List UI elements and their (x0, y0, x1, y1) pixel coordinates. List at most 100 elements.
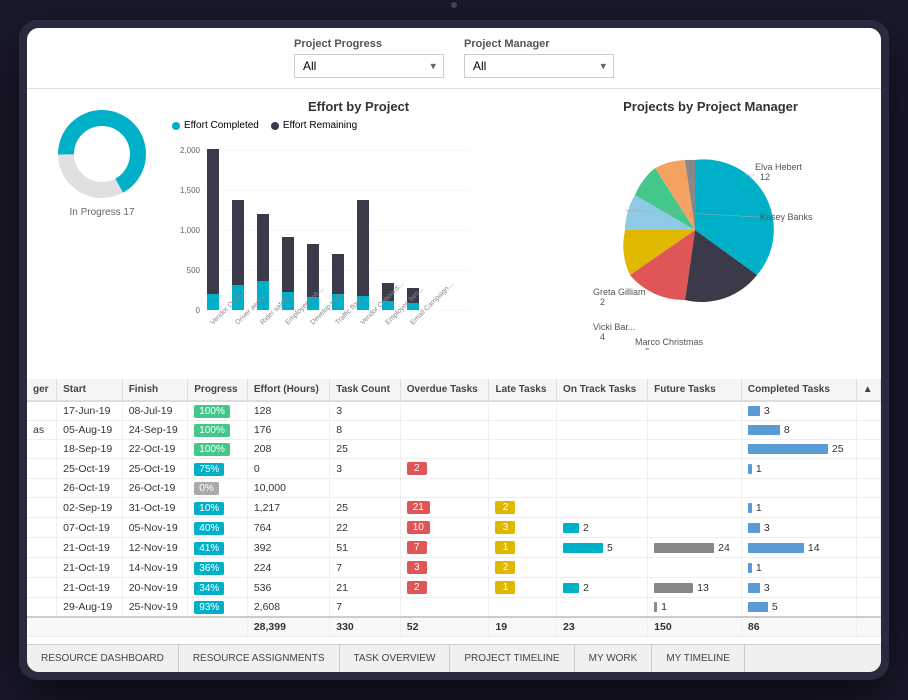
cell-completed: 1 (741, 498, 856, 518)
cell-completed: 8 (741, 421, 856, 440)
cell-ontrack: 5 (557, 538, 648, 558)
cell-future (648, 479, 742, 498)
cell-ontrack (557, 421, 648, 440)
cell-ontrack (557, 479, 648, 498)
tab-my-timeline[interactable]: MY TIMELINE (652, 645, 745, 672)
project-manager-label: Project Manager (464, 38, 614, 50)
cell-manager (27, 401, 57, 421)
tab-resource-dashboard[interactable]: RESOURCE DASHBOARD (27, 645, 179, 672)
cell-tasks: 7 (330, 558, 401, 578)
cell-manager (27, 459, 57, 479)
tab-resource-assignments[interactable]: RESOURCE ASSIGNMENTS (179, 645, 340, 672)
cell-late: 2 (489, 558, 557, 578)
cell-ontrack (557, 401, 648, 421)
cell-effort: 224 (247, 558, 329, 578)
cell-progress: 36% (188, 558, 248, 578)
cell-finish: 25-Oct-19 (122, 459, 188, 479)
table-row: 29-Aug-19 25-Nov-19 93% 2,608 7 1 5 (27, 598, 881, 618)
col-task-count: Task Count (330, 379, 401, 401)
data-table: ger Start Finish Progress Effort (Hours)… (27, 379, 881, 637)
cell-finish: 05-Nov-19 (122, 518, 188, 538)
cell-manager (27, 598, 57, 618)
cell-overdue: 2 (400, 578, 489, 598)
cell-tasks (330, 479, 401, 498)
cell-manager (27, 518, 57, 538)
project-progress-select-wrap[interactable]: All (294, 54, 444, 78)
cell-completed (741, 479, 856, 498)
cell-late: 1 (489, 538, 557, 558)
laptop-frame: Project Progress All Project Manager All (19, 20, 889, 680)
pie-chart-area: Projects by Project Manager (555, 99, 866, 369)
project-progress-select[interactable]: All (294, 54, 444, 78)
table-area[interactable]: ger Start Finish Progress Effort (Hours)… (27, 379, 881, 649)
pie-chart-title: Projects by Project Manager (555, 99, 866, 114)
svg-text:5: 5 (645, 347, 650, 350)
cell-future: 24 (648, 538, 742, 558)
legend-remaining-label: Effort Remaining (283, 120, 357, 131)
cell-late (489, 421, 557, 440)
cell-effort: 0 (247, 459, 329, 479)
table-row: 21-Oct-19 14-Nov-19 36% 224 7 3 2 1 (27, 558, 881, 578)
col-progress: Progress (188, 379, 248, 401)
cell-ontrack: 2 (557, 518, 648, 538)
cell-completed: 25 (741, 440, 856, 459)
total-scroll (856, 617, 880, 637)
cell-finish: 22-Oct-19 (122, 440, 188, 459)
svg-text:0: 0 (196, 306, 201, 315)
cell-tasks: 25 (330, 498, 401, 518)
cell-progress: 100% (188, 401, 248, 421)
cell-start: 07-Oct-19 (57, 518, 123, 538)
cell-start: 05-Aug-19 (57, 421, 123, 440)
svg-text:Elva Hebert: Elva Hebert (755, 162, 803, 172)
cell-overdue (400, 598, 489, 618)
table-row: 17-Jun-19 08-Jul-19 100% 128 3 3 (27, 401, 881, 421)
table-header-row: ger Start Finish Progress Effort (Hours)… (27, 379, 881, 401)
cell-tasks: 51 (330, 538, 401, 558)
project-manager-filter-group: Project Manager All (464, 38, 614, 78)
cell-future (648, 498, 742, 518)
cell-effort: 2,608 (247, 598, 329, 618)
filter-bar: Project Progress All Project Manager All (27, 28, 881, 89)
cell-progress: 10% (188, 498, 248, 518)
pie-chart-svg: Elva Hebert 12 Kasey Banks Greta Gilliam… (555, 120, 835, 350)
table-row: as 05-Aug-19 24-Sep-19 100% 176 8 8 (27, 421, 881, 440)
cell-manager: as (27, 421, 57, 440)
total-tasks: 330 (330, 617, 401, 637)
col-ontrack: On Track Tasks (557, 379, 648, 401)
cell-overdue: 10 (400, 518, 489, 538)
bar-chart-legend: Effort Completed Effort Remaining (172, 120, 545, 131)
cell-manager (27, 479, 57, 498)
tab-my-work[interactable]: MY WORK (575, 645, 653, 672)
project-manager-select-wrap[interactable]: All (464, 54, 614, 78)
cell-progress: 93% (188, 598, 248, 618)
laptop-screen: Project Progress All Project Manager All (27, 28, 881, 672)
cell-scroll (856, 498, 880, 518)
cell-overdue (400, 479, 489, 498)
cell-future (648, 558, 742, 578)
cell-progress: 100% (188, 421, 248, 440)
bar-chart-title: Effort by Project (172, 99, 545, 114)
cell-overdue (400, 440, 489, 459)
cell-progress: 75% (188, 459, 248, 479)
table-row: 07-Oct-19 05-Nov-19 40% 764 22 10 3 2 3 (27, 518, 881, 538)
cell-scroll (856, 578, 880, 598)
cell-completed: 1 (741, 558, 856, 578)
svg-text:4: 4 (600, 332, 605, 342)
tab-task-overview[interactable]: TASK OVERVIEW (340, 645, 451, 672)
cell-tasks: 25 (330, 440, 401, 459)
cell-progress: 41% (188, 538, 248, 558)
cell-overdue: 7 (400, 538, 489, 558)
cell-scroll (856, 558, 880, 578)
project-progress-filter-group: Project Progress All (294, 38, 444, 78)
cell-start: 25-Oct-19 (57, 459, 123, 479)
legend-remaining: Effort Remaining (271, 120, 357, 131)
cell-finish: 08-Jul-19 (122, 401, 188, 421)
project-manager-select[interactable]: All (464, 54, 614, 78)
table-row: 18-Sep-19 22-Oct-19 100% 208 25 25 (27, 440, 881, 459)
cell-overdue: 2 (400, 459, 489, 479)
cell-progress: 34% (188, 578, 248, 598)
col-effort: Effort (Hours) (247, 379, 329, 401)
tab-project-timeline[interactable]: PROJECT TIMELINE (450, 645, 574, 672)
cell-future (648, 401, 742, 421)
total-future: 150 (648, 617, 742, 637)
